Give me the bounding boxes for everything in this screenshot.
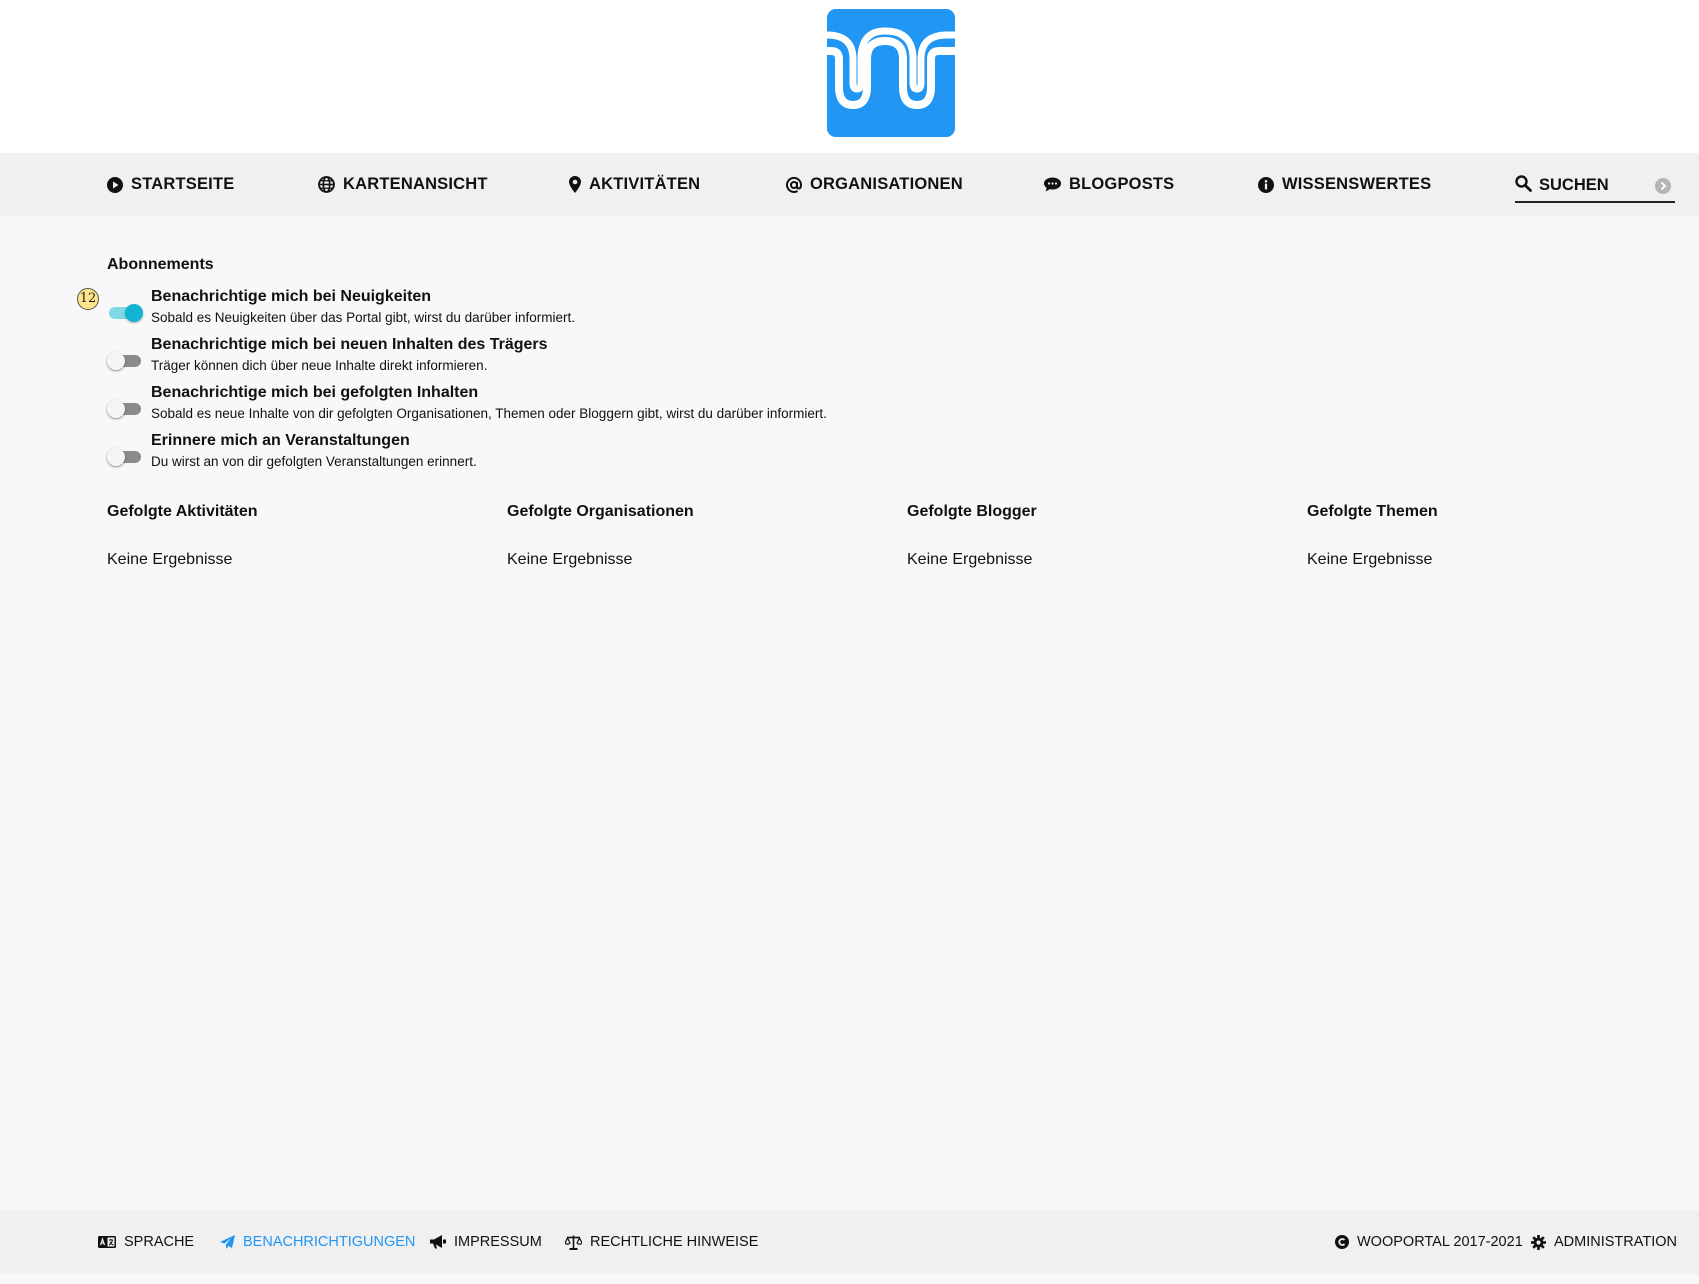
logo-bar xyxy=(0,0,1699,153)
subscription-item: Benachrichtige mich bei neuen Inhalten d… xyxy=(107,336,1107,382)
column-title: Gefolgte Organisationen xyxy=(507,503,694,520)
footer: SPRACHE BENACHRICHTIGUNGEN IMPRESSUM REC… xyxy=(0,1210,1699,1274)
bullhorn-icon xyxy=(430,1235,446,1249)
nav-item-wissenswertes[interactable]: WISSENSWERTES xyxy=(1258,153,1431,216)
play-circle-icon xyxy=(107,176,123,193)
followed-topics-column: Gefolgte Themen Keine Ergebnisse xyxy=(1307,503,1687,568)
subscription-title: Benachrichtige mich bei neuen Inhalten d… xyxy=(151,336,548,353)
subscription-title: Erinnere mich an Veranstaltungen xyxy=(151,432,410,449)
subscription-item: Erinnere mich an Veranstaltungen Du wirs… xyxy=(107,432,1107,478)
balance-scale-icon xyxy=(565,1235,582,1250)
subscription-title: Benachrichtige mich bei Neuigkeiten xyxy=(151,288,432,305)
footer-link-label: RECHTLICHE HINWEISE xyxy=(590,1234,759,1250)
copyright-icon xyxy=(1335,1235,1349,1249)
notify-news-toggle[interactable] xyxy=(107,302,143,322)
subscription-description: Träger können dich über neue Inhalte dir… xyxy=(151,358,488,373)
search-box xyxy=(1515,171,1675,203)
at-icon xyxy=(786,176,802,193)
admin-label: ADMINISTRATION xyxy=(1554,1234,1677,1250)
search-input[interactable] xyxy=(1539,171,1649,199)
nav-item-startseite[interactable]: STARTSEITE xyxy=(107,153,234,216)
nav-item-label: STARTSEITE xyxy=(131,175,235,193)
footer-copyright: WOOPORTAL 2017-2021 xyxy=(1335,1210,1523,1274)
wooportal-logo[interactable] xyxy=(827,9,955,137)
nav-item-aktivitaeten[interactable]: AKTIVITÄTEN xyxy=(569,153,700,216)
gear-icon xyxy=(1531,1234,1546,1250)
footer-legal-link[interactable]: RECHTLICHE HINWEISE xyxy=(565,1210,758,1274)
footer-language-link[interactable]: SPRACHE xyxy=(98,1210,194,1274)
column-title: Gefolgte Aktivitäten xyxy=(107,503,258,520)
footer-admin-link[interactable]: ADMINISTRATION xyxy=(1531,1210,1677,1274)
followed-activities-column: Gefolgte Aktivitäten Keine Ergebnisse xyxy=(107,503,487,568)
subscription-description: Sobald es neue Inhalte von dir gefolgten… xyxy=(151,406,827,421)
nav-item-label: KARTENANSICHT xyxy=(343,175,488,193)
empty-state: Keine Ergebnisse xyxy=(507,551,633,568)
subscription-item: Benachrichtige mich bei Neuigkeiten Soba… xyxy=(107,288,1107,334)
language-icon xyxy=(98,1236,116,1248)
empty-state: Keine Ergebnisse xyxy=(907,551,1033,568)
nav-item-label: BLOGPOSTS xyxy=(1069,175,1175,193)
followed-organisations-column: Gefolgte Organisationen Keine Ergebnisse xyxy=(507,503,887,568)
info-circle-icon xyxy=(1258,176,1274,193)
subscription-description: Sobald es Neuigkeiten über das Portal gi… xyxy=(151,310,575,325)
paper-plane-icon xyxy=(220,1234,235,1249)
nav-item-label: ORGANISATIONEN xyxy=(810,175,963,193)
search-icon xyxy=(1515,175,1532,192)
followed-bloggers-column: Gefolgte Blogger Keine Ergebnisse xyxy=(907,503,1287,568)
nav-item-label: AKTIVITÄTEN xyxy=(589,175,701,193)
comment-icon xyxy=(1044,177,1061,192)
globe-icon xyxy=(318,176,335,193)
column-title: Gefolgte Themen xyxy=(1307,503,1438,520)
footer-impressum-link[interactable]: IMPRESSUM xyxy=(430,1210,542,1274)
empty-state: Keine Ergebnisse xyxy=(107,551,233,568)
nav-item-label: WISSENSWERTES xyxy=(1282,175,1432,193)
footer-notifications-link[interactable]: BENACHRICHTIGUNGEN xyxy=(220,1210,415,1274)
step-badge: 12 xyxy=(77,288,99,310)
notify-provider-toggle[interactable] xyxy=(107,350,143,370)
empty-state: Keine Ergebnisse xyxy=(1307,551,1433,568)
footer-link-label: SPRACHE xyxy=(124,1234,195,1250)
arrow-circle-right-icon[interactable] xyxy=(1655,178,1671,194)
notify-followed-toggle[interactable] xyxy=(107,398,143,418)
subscriptions-title: Abonnements xyxy=(107,256,214,273)
subscription-title: Benachrichtige mich bei gefolgten Inhalt… xyxy=(151,384,479,401)
subscription-item: Benachrichtige mich bei gefolgten Inhalt… xyxy=(107,384,1107,430)
map-marker-icon xyxy=(569,176,581,193)
remind-events-toggle[interactable] xyxy=(107,446,143,466)
footer-link-label: BENACHRICHTIGUNGEN xyxy=(243,1234,416,1250)
copyright-label: WOOPORTAL 2017-2021 xyxy=(1357,1234,1523,1250)
footer-link-label: IMPRESSUM xyxy=(454,1234,542,1250)
nav-item-organisationen[interactable]: ORGANISATIONEN xyxy=(786,153,963,216)
nav-item-blogposts[interactable]: BLOGPOSTS xyxy=(1044,153,1174,216)
nav-item-kartenansicht[interactable]: KARTENANSICHT xyxy=(318,153,488,216)
main-nav: STARTSEITE KARTENANSICHT AKTIVITÄTEN ORG… xyxy=(0,153,1699,216)
column-title: Gefolgte Blogger xyxy=(907,503,1037,520)
subscription-description: Du wirst an von dir gefolgten Veranstalt… xyxy=(151,454,477,469)
